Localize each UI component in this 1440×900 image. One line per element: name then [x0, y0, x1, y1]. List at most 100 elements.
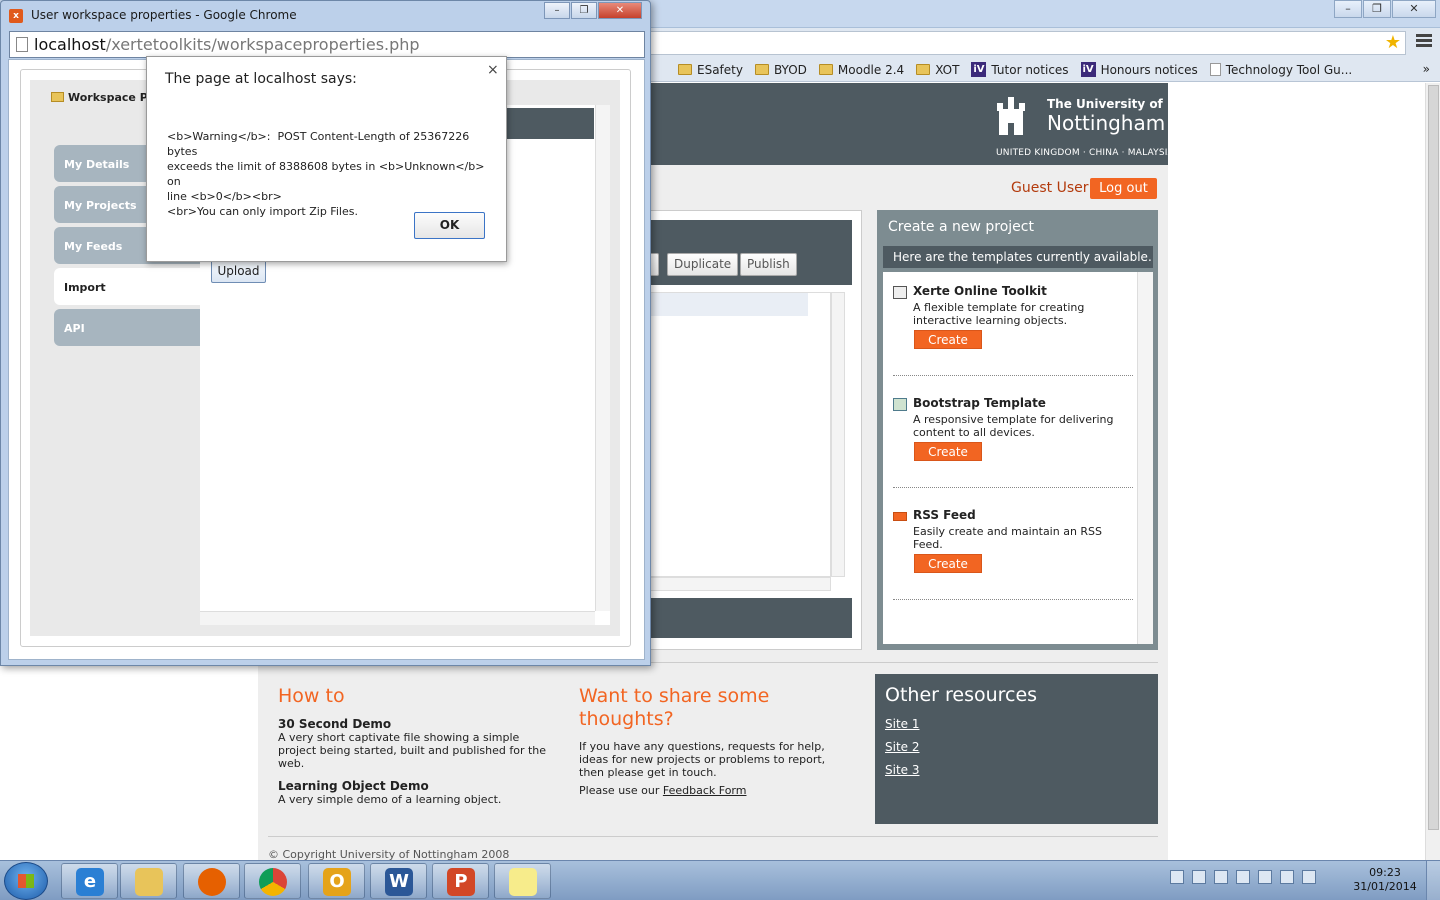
publish-button[interactable]: Publish — [740, 253, 797, 276]
sticky-notes-icon — [509, 868, 537, 896]
alert-message-line: exceeds the limit of 8388608 bytes in <b… — [167, 160, 488, 188]
properties-hscrollbar[interactable] — [200, 611, 595, 625]
taskbar-powerpoint[interactable]: P — [432, 863, 489, 899]
close-icon[interactable]: × — [487, 62, 499, 78]
page-scrollbar[interactable] — [1425, 83, 1440, 860]
windows-taskbar: e O W P 09:23 31/01/2014 — [0, 860, 1440, 900]
taskbar-outlook[interactable]: O — [308, 863, 365, 899]
scrollbar-thumb[interactable] — [1428, 85, 1439, 830]
site-2-link[interactable]: Site 2 — [885, 740, 920, 754]
page-icon — [1209, 63, 1221, 76]
howto-item-desc: A very short captivate file showing a si… — [278, 731, 547, 770]
internet-explorer-icon: e — [76, 868, 104, 896]
address-bar[interactable]: ★ — [650, 31, 1406, 55]
minimize-button[interactable]: – — [1334, 0, 1362, 18]
taskbar-internet-explorer[interactable]: e — [61, 863, 118, 899]
site-3-link[interactable]: Site 3 — [885, 763, 920, 777]
taskbar-word[interactable]: W — [370, 863, 427, 899]
create-rss-button[interactable]: Create — [914, 554, 982, 573]
properties-scrollbar[interactable] — [595, 105, 610, 611]
project-list-hscrollbar[interactable] — [649, 577, 831, 591]
tab-import[interactable]: Import — [54, 268, 200, 305]
alert-message: <b>Warning</b>: POST Content-Length of 2… — [167, 129, 497, 219]
maximize-button[interactable]: ❐ — [1363, 0, 1391, 18]
show-desktop-button[interactable] — [1426, 861, 1440, 900]
taskbar-clock[interactable]: 09:23 31/01/2014 — [1352, 866, 1418, 894]
iv-icon: iV — [1080, 62, 1096, 77]
bookmarks-bar: ESafety BYOD Moodle 2.4 XOT iV Tutor noti… — [650, 58, 1440, 82]
folder-icon — [818, 64, 833, 75]
clock-time: 09:23 — [1369, 866, 1401, 879]
templates-scrollbar[interactable] — [1137, 272, 1153, 644]
popup-close-button[interactable]: ✕ — [598, 2, 642, 19]
duplicate-button[interactable]: Duplicate — [667, 253, 739, 276]
project-list[interactable] — [649, 292, 831, 577]
bookmark-byod[interactable]: BYOD — [754, 63, 807, 77]
bookmark-esafety[interactable]: ESafety — [678, 63, 743, 77]
university-name-small: The University of — [1047, 97, 1163, 111]
resources-title: Other resources — [885, 684, 1038, 706]
resource-link-item: Site 3 — [885, 763, 920, 777]
template-name: Xerte Online Toolkit — [913, 284, 1047, 298]
footer-divider — [268, 836, 1158, 837]
popup-maximize-button[interactable]: ❐ — [571, 2, 597, 19]
tab-api[interactable]: API — [54, 309, 200, 346]
background-window-controls: – ❐ ✕ — [1333, 0, 1436, 18]
firefox-icon — [198, 868, 226, 896]
feedback-form-link[interactable]: Feedback Form — [663, 784, 747, 797]
alert-title: The page at localhost says: — [165, 71, 357, 87]
start-button[interactable] — [4, 862, 48, 900]
powerpoint-icon: P — [447, 868, 475, 896]
chrome-icon — [259, 868, 287, 896]
action-center-flag-icon[interactable] — [1214, 869, 1228, 884]
page-icon — [16, 37, 28, 52]
show-hidden-icons-icon[interactable] — [1192, 869, 1206, 884]
site-1-link[interactable]: Site 1 — [885, 717, 920, 731]
volume-icon[interactable] — [1280, 869, 1294, 884]
workspace-properties-window: x User workspace properties - Google Chr… — [0, 0, 651, 666]
share-description: If you have any questions, requests for … — [579, 740, 826, 779]
ok-button[interactable]: OK — [414, 212, 485, 239]
system-tray — [1170, 869, 1324, 884]
upload-button[interactable]: Upload — [211, 260, 266, 283]
bookmark-honours-notices[interactable]: iV Honours notices — [1080, 62, 1198, 77]
taskbar-windows-explorer[interactable] — [120, 863, 177, 899]
battery-icon[interactable] — [1236, 869, 1250, 884]
taskbar-sticky-notes[interactable] — [494, 863, 551, 899]
popup-minimize-button[interactable]: – — [544, 2, 570, 19]
taskbar-chrome[interactable] — [244, 863, 301, 899]
logout-button[interactable]: Log out — [1090, 178, 1157, 199]
project-list-selected-row[interactable] — [649, 293, 808, 316]
xerte-template-icon — [893, 286, 907, 299]
bookmark-technology-tool[interactable]: Technology Tool Gu... — [1209, 63, 1352, 77]
template-rss: RSS Feed Easily create and maintain an R… — [893, 508, 1133, 600]
bookmark-tutor-notices[interactable]: iV Tutor notices — [971, 62, 1069, 77]
template-description: Easily create and maintain an RSS Feed. — [913, 525, 1103, 551]
howto-item-title[interactable]: Learning Object Demo — [278, 779, 429, 793]
chrome-menu-icon[interactable] — [1416, 34, 1432, 50]
network-signal-icon[interactable] — [1258, 869, 1272, 884]
word-icon: W — [385, 868, 413, 896]
create-xerte-button[interactable]: Create — [914, 330, 982, 349]
howto-item-title[interactable]: 30 Second Demo — [278, 717, 391, 731]
clock-date: 31/01/2014 — [1353, 880, 1417, 893]
close-button[interactable]: ✕ — [1392, 0, 1436, 18]
create-bootstrap-button[interactable]: Create — [914, 442, 982, 461]
bookmark-star-icon[interactable]: ★ — [1385, 33, 1401, 53]
xerte-favicon-icon: x — [9, 9, 23, 23]
iv-icon: iV — [971, 62, 987, 77]
folder-open-icon — [51, 92, 64, 102]
alert-message-line: line <b>0</b><br> — [167, 190, 282, 203]
popup-address-bar[interactable]: localhost/xertetoolkits/workspacepropert… — [9, 31, 645, 58]
bookmark-xot[interactable]: XOT — [916, 63, 959, 77]
dropbox-icon[interactable] — [1302, 869, 1316, 884]
university-name: Nottingham — [1047, 111, 1166, 135]
bookmark-moodle[interactable]: Moodle 2.4 — [818, 63, 904, 77]
keyboard-icon[interactable] — [1170, 869, 1184, 884]
bookmarks-overflow-button[interactable]: » — [1423, 62, 1430, 76]
outlook-icon: O — [323, 868, 351, 896]
workspace-footer-bar — [649, 598, 852, 638]
taskbar-firefox[interactable] — [183, 863, 240, 899]
project-list-scrollbar[interactable] — [831, 292, 845, 577]
alert-dialog: The page at localhost says: × <b>Warning… — [146, 56, 507, 262]
